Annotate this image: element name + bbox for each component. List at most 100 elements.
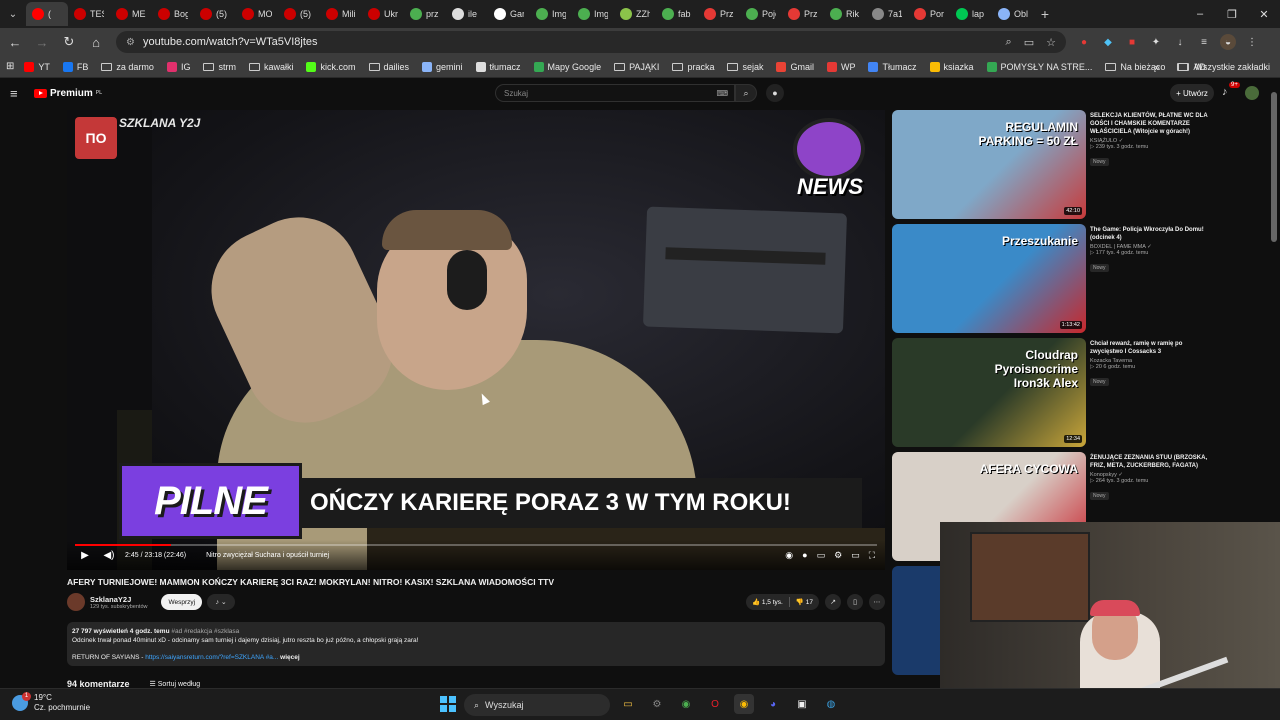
bookmark-item[interactable]: IG xyxy=(166,61,190,72)
apps-grid-icon[interactable]: ⊞ xyxy=(6,61,14,72)
browser-tab[interactable]: Prz xyxy=(698,2,740,26)
recommendation-thumbnail[interactable]: Przeszukanie 1:13:42 xyxy=(892,224,1086,333)
sort-button[interactable]: ☰ Sortuj według xyxy=(150,680,201,688)
browser-tab[interactable]: lap xyxy=(950,2,992,26)
bookmark-item[interactable]: YT xyxy=(24,61,50,72)
tab-search-chevron-icon[interactable]: ⌄ xyxy=(0,0,26,28)
browser-tab[interactable]: Img xyxy=(530,2,572,26)
browser-tab[interactable]: MO xyxy=(236,2,278,26)
reload-icon[interactable]: ↻ xyxy=(57,30,81,54)
voice-search-button[interactable]: ● xyxy=(766,84,784,102)
description-box[interactable]: 27 797 wyświetleń 4 godz. temu #ad #reda… xyxy=(67,622,885,666)
account-avatar[interactable] xyxy=(1245,86,1259,100)
bookmark-item[interactable]: sejak xyxy=(727,62,763,72)
recommendation-thumbnail[interactable]: REGULAMIN PARKING = 50 ZŁ 42:10 xyxy=(892,110,1086,219)
bookmark-item[interactable]: WP xyxy=(826,61,855,72)
browser-tab[interactable]: Por xyxy=(908,2,950,26)
zoom-icon[interactable]: ⌕ xyxy=(1006,36,1012,49)
more-bookmarks-icon[interactable]: » xyxy=(1154,62,1159,72)
browser-tab[interactable]: TES xyxy=(68,2,110,26)
bookmark-item[interactable]: tłumacz xyxy=(475,61,521,72)
extension-icon[interactable]: ◆ xyxy=(1100,34,1116,50)
bookmark-item[interactable]: za darmo xyxy=(101,62,154,72)
guide-menu-icon[interactable]: ≡ xyxy=(10,86,26,101)
chrome-icon[interactable]: ◉ xyxy=(734,694,754,714)
browser-tab[interactable]: 7a1 xyxy=(866,2,908,26)
hashtags[interactable]: #ad #redakcja #szklasa xyxy=(171,628,239,635)
bookmark-item[interactable]: kick.com xyxy=(306,61,356,72)
bookmark-item[interactable]: Gmail xyxy=(776,61,814,72)
recommendation-thumbnail[interactable]: Cloudrap Pyroisnocrime Iron3k Alex 12:34 xyxy=(892,338,1086,447)
earth-icon[interactable]: ◍ xyxy=(821,694,841,714)
autoplay-toggle-icon[interactable]: ◉ xyxy=(785,550,793,561)
browser-tab[interactable]: Gar xyxy=(488,2,530,26)
site-info-icon[interactable]: ⚙ xyxy=(126,37,135,48)
recommendation-item[interactable]: Cloudrap Pyroisnocrime Iron3k Alex 12:34 C… xyxy=(892,338,1262,452)
close-window-icon[interactable]: ✕ xyxy=(1248,0,1280,28)
record-extension-icon[interactable]: ● xyxy=(1076,34,1092,50)
share-icon[interactable]: ↗ xyxy=(825,594,841,610)
recommendation-title[interactable]: SELEKCJA KLIENTÓW, PŁATNE WC DLA GOŚCI I… xyxy=(1090,112,1210,136)
show-more-button[interactable]: więcej xyxy=(280,654,300,661)
recommendation-title[interactable]: The Game: Policja Wkroczyła Do Domu! (od… xyxy=(1090,226,1210,242)
browser-tab[interactable]: prz xyxy=(404,2,446,26)
more-actions-icon[interactable]: ⋯ xyxy=(869,594,885,610)
browser-tab[interactable]: Ukr xyxy=(362,2,404,26)
browser-tab[interactable]: Mili xyxy=(320,2,362,26)
settings-icon[interactable]: ⚙ xyxy=(647,694,667,714)
browser-tab[interactable]: ME xyxy=(110,2,152,26)
browser-tab[interactable]: ZZh xyxy=(614,2,656,26)
progress-bar[interactable] xyxy=(75,544,877,546)
minimize-window-icon[interactable]: – xyxy=(1184,0,1216,28)
bookmark-item[interactable]: ksiazka xyxy=(929,61,974,72)
all-bookmarks[interactable]: » Wszystkie zakładki xyxy=(1154,56,1270,78)
bookmark-item[interactable]: strm xyxy=(203,62,236,72)
browser-tab[interactable]: Bog xyxy=(152,2,194,26)
download-icon[interactable]: ↓ xyxy=(1172,34,1188,50)
weather-widget[interactable]: 1 19°C Cz. pochmurnie xyxy=(12,692,90,713)
recommendation-title[interactable]: ŻENUJĄCE ZEZNANIA STUU (BRZOSKA, FRIZ, M… xyxy=(1090,454,1210,470)
notification-bell-button[interactable]: ♪ ⌄ xyxy=(207,594,236,610)
search-input[interactable]: Szukaj ⌨ xyxy=(495,84,735,102)
browser-tab[interactable]: Img xyxy=(572,2,614,26)
bookmark-item[interactable]: Tłumacz xyxy=(868,61,917,72)
bookmark-item[interactable]: PAJĄKI xyxy=(614,62,659,72)
notifications-button[interactable]: ♪ 9+ xyxy=(1222,82,1240,98)
theater-mode-icon[interactable]: ▭ xyxy=(851,550,860,561)
browser-tab[interactable]: ile xyxy=(446,2,488,26)
support-button[interactable]: Wesprzyj xyxy=(161,594,203,610)
discord-icon[interactable]: ◕ xyxy=(763,694,783,714)
bookmark-item[interactable]: POMYSŁY NA STRE... xyxy=(986,61,1092,72)
bookmark-item[interactable]: kawałki xyxy=(248,62,293,72)
dislike-button[interactable]: 👎 17 xyxy=(790,598,819,606)
media-control-icon[interactable]: ≡ xyxy=(1196,34,1212,50)
browser-tab[interactable]: ( xyxy=(26,2,68,26)
chrome-green-icon[interactable]: ◉ xyxy=(676,694,696,714)
video-player[interactable]: ПО SZKLANA Y2J NEWS OŃCZY KARIERĘ PORAZ … xyxy=(67,110,885,570)
browser-tab[interactable]: Poje xyxy=(740,2,782,26)
forward-icon[interactable]: → xyxy=(30,30,54,54)
miniplayer-icon[interactable]: ● xyxy=(802,550,807,561)
channel-name[interactable]: SzklanaY2J xyxy=(90,595,147,604)
play-button[interactable]: ▶ xyxy=(75,550,95,561)
home-icon[interactable]: ⌂ xyxy=(84,30,108,54)
settings-gear-icon[interactable]: ⚙ xyxy=(834,550,842,561)
address-bar[interactable]: ⚙ youtube.com/watch?v=WTa5VI8jtes ⌕ ▭ ☆ xyxy=(116,31,1066,53)
file-explorer-icon[interactable]: ▭ xyxy=(618,694,638,714)
description-link[interactable]: https://saiyansreturn.com/?ref=SZKLANA #… xyxy=(145,654,278,661)
fullscreen-icon[interactable]: ⛶ xyxy=(869,550,875,561)
browser-tab[interactable]: (5) F xyxy=(194,2,236,26)
cast-icon[interactable]: ▭ xyxy=(1024,36,1034,49)
recommendation-item[interactable]: REGULAMIN PARKING = 50 ZŁ 42:10 SELEKCJA K… xyxy=(892,110,1262,224)
menu-kebab-icon[interactable]: ⋮ xyxy=(1244,34,1260,50)
page-scrollbar[interactable] xyxy=(1271,92,1277,242)
extension-icon[interactable]: ■ xyxy=(1124,34,1140,50)
chapter-title[interactable]: Nitro zwyciężał Suchara i opuścił turnie… xyxy=(206,552,329,559)
bookmark-item[interactable]: pracka xyxy=(672,62,714,72)
subtitles-icon[interactable]: ▭ xyxy=(817,550,826,561)
browser-tab[interactable]: Rik xyxy=(824,2,866,26)
browser-tab[interactable]: Obl xyxy=(992,2,1034,26)
bookmark-star-icon[interactable]: ☆ xyxy=(1046,36,1056,49)
recommendation-item[interactable]: Przeszukanie 1:13:42 The Game: Policja Wkr… xyxy=(892,224,1262,338)
bookmark-item[interactable]: FB xyxy=(62,61,88,72)
